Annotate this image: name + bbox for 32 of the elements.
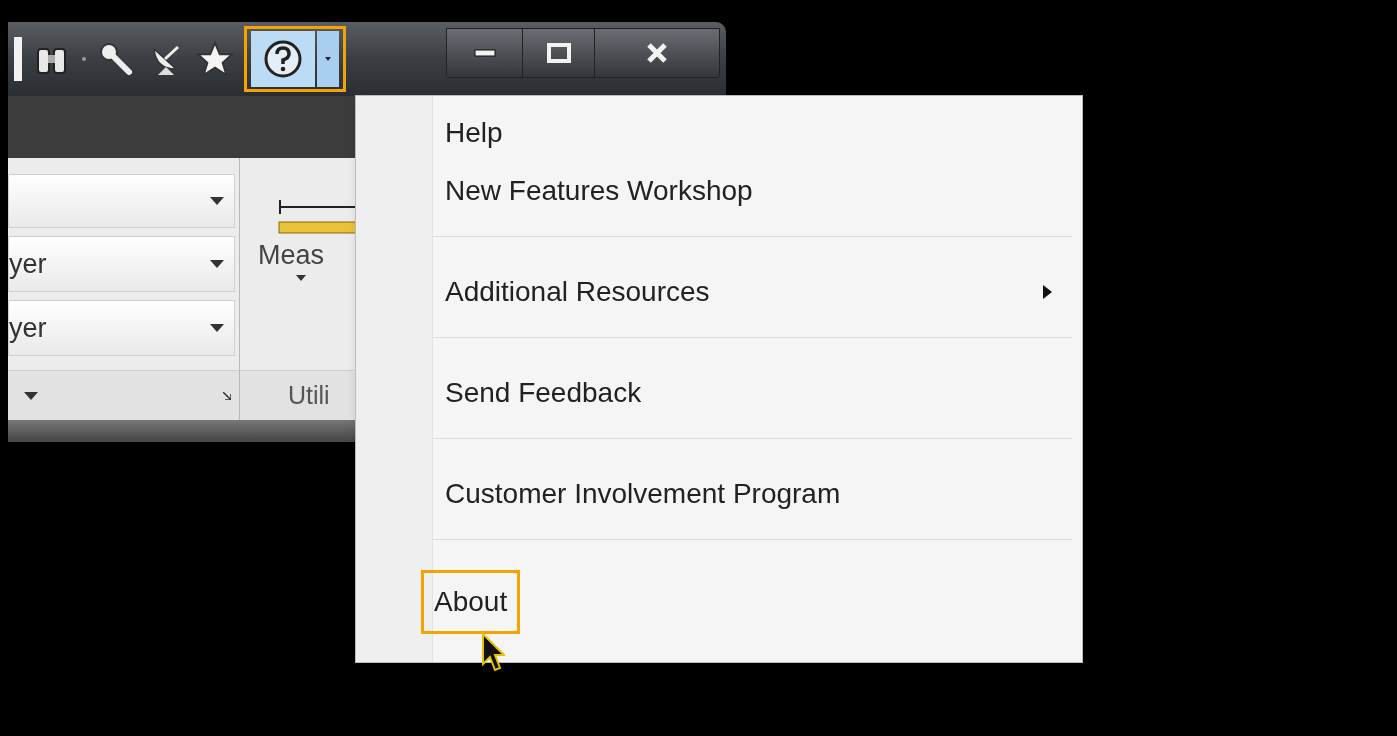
close-button[interactable] — [595, 29, 719, 77]
text-field[interactable] — [14, 37, 22, 81]
caret-icon — [325, 57, 331, 61]
caret-icon[interactable] — [24, 391, 38, 400]
dialog-launcher-icon[interactable] — [223, 391, 231, 400]
help-button[interactable] — [251, 31, 315, 87]
maximize-button[interactable] — [523, 29, 595, 77]
panel-title: Utili — [288, 379, 330, 411]
button-label: Meas — [258, 242, 325, 269]
dropdown-field[interactable] — [8, 174, 235, 228]
dropdown-field[interactable]: yer — [8, 236, 235, 292]
minimize-icon — [473, 49, 496, 57]
submenu-arrow-icon — [1043, 285, 1052, 299]
menu-item[interactable]: New Features Workshop — [433, 166, 1072, 216]
menu-item[interactable]: Additional Resources — [433, 267, 1072, 317]
dropdown-value: yer — [9, 247, 47, 281]
menu-item[interactable]: Help — [433, 108, 1072, 158]
caret-icon — [210, 324, 224, 332]
caret-icon — [210, 197, 224, 205]
dropdown-value: yer — [9, 311, 47, 345]
caret-icon — [296, 275, 306, 281]
star-icon[interactable] — [196, 40, 234, 78]
menu-item[interactable]: Customer Involvement Program — [433, 469, 1072, 519]
minimize-button[interactable] — [447, 29, 523, 77]
question-mark-icon — [263, 39, 303, 79]
maximize-icon — [546, 43, 571, 63]
menu-item[interactable]: About — [421, 570, 521, 634]
menu-item[interactable]: Send Feedback — [433, 368, 1072, 418]
caret-icon — [210, 260, 224, 268]
close-icon — [646, 42, 668, 64]
measure-button[interactable]: Meas — [240, 158, 355, 370]
dropdown-field[interactable]: yer — [8, 300, 235, 356]
